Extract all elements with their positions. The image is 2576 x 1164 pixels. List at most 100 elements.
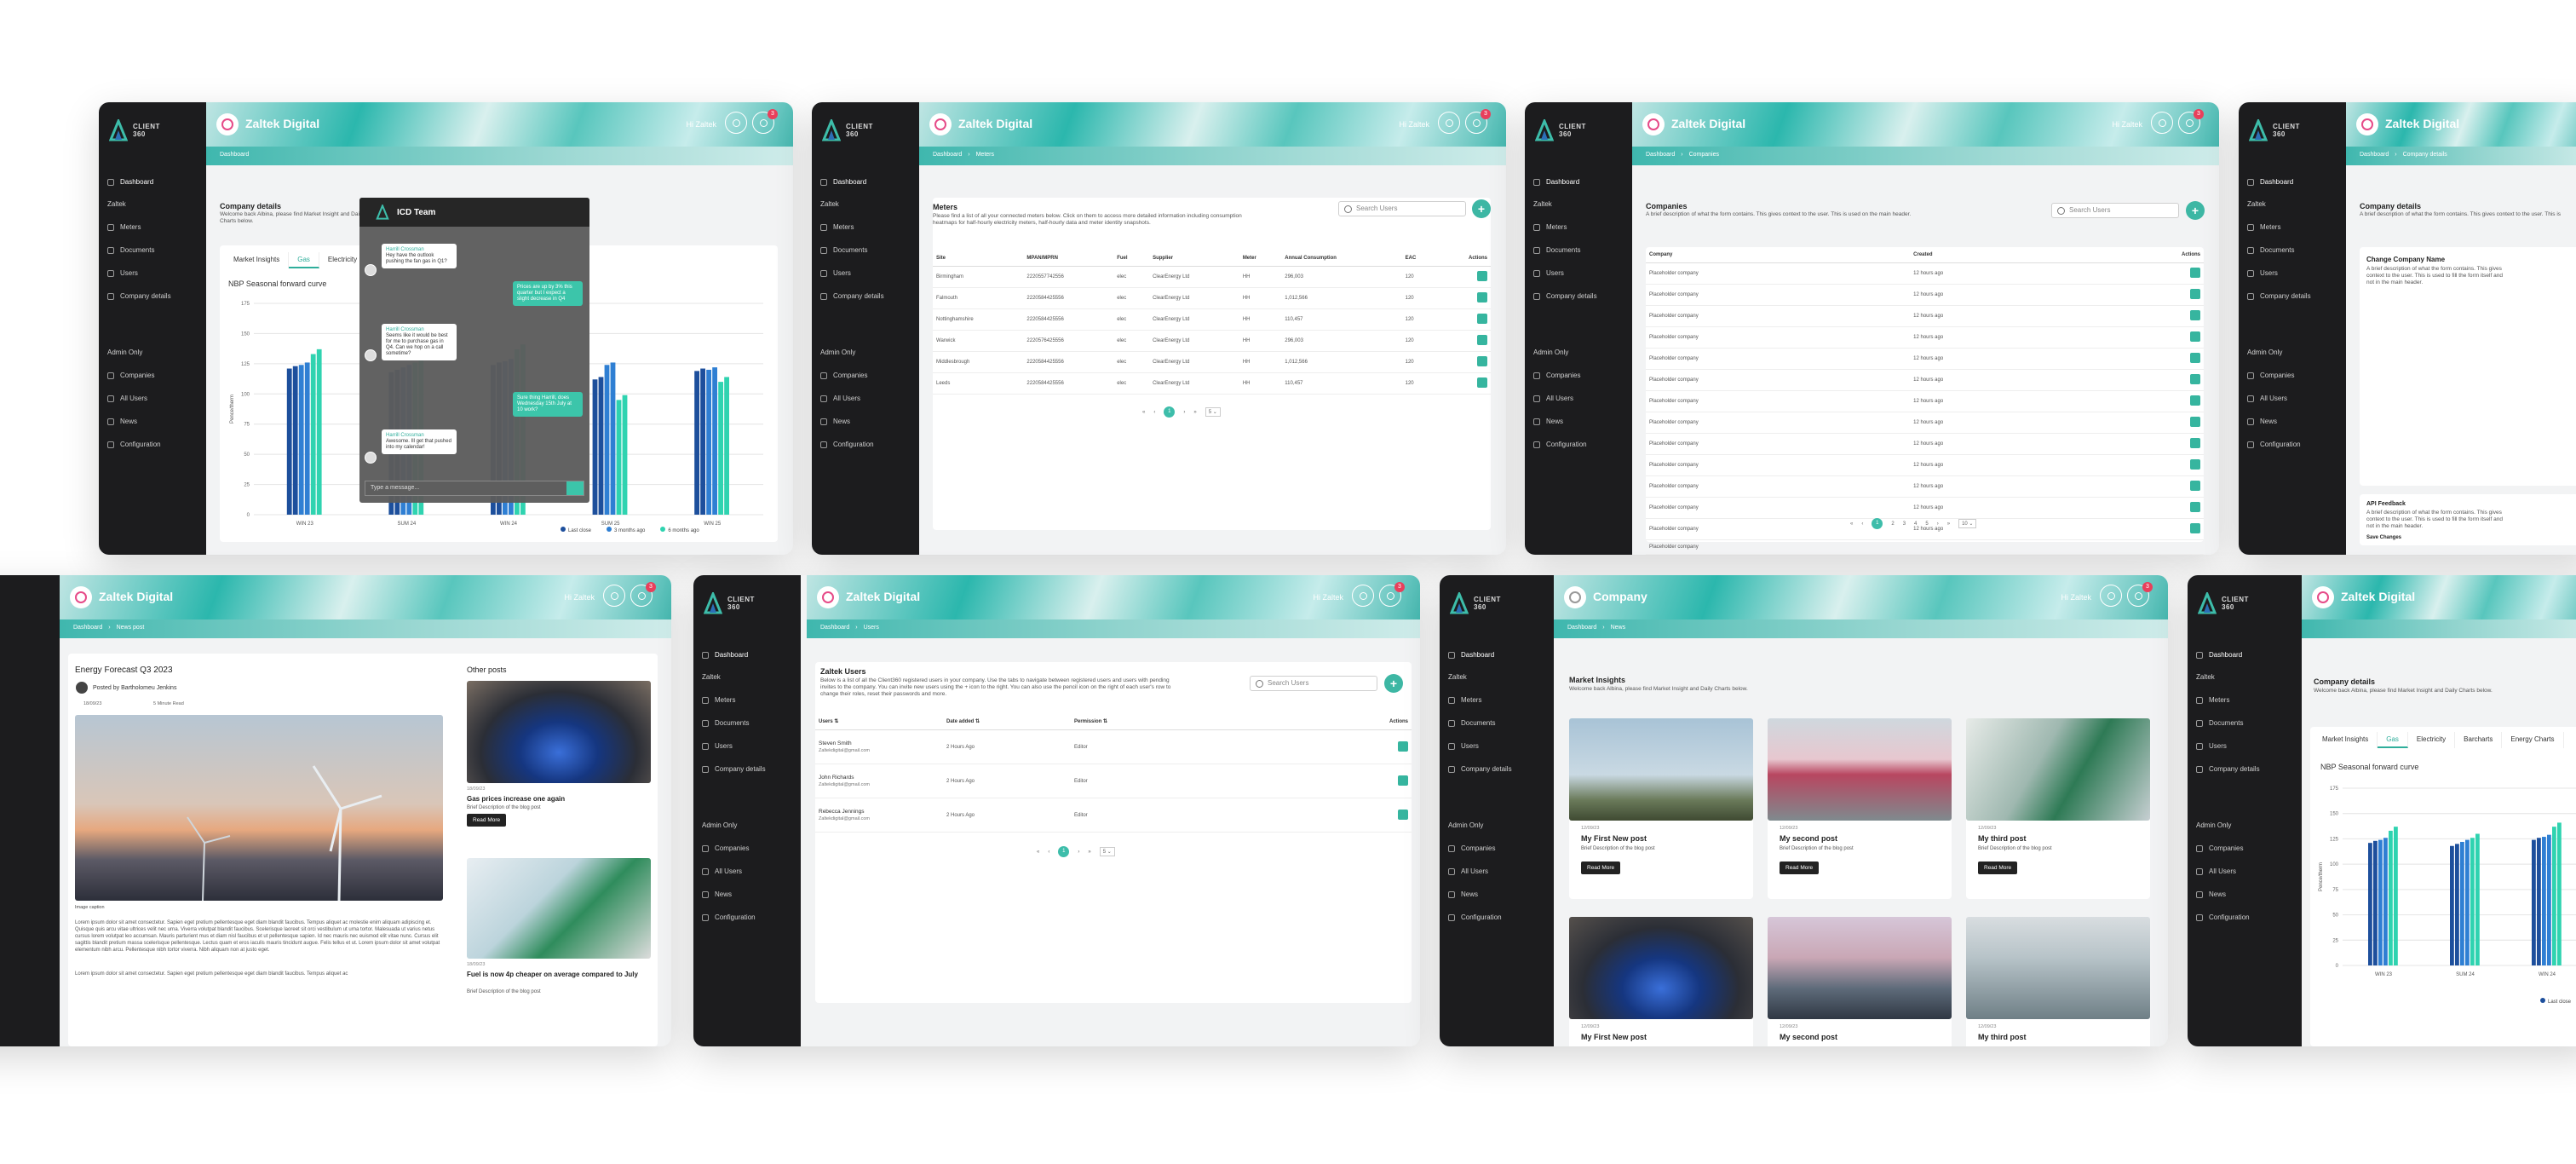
table-row[interactable]: Middlesbrough 2220584425556 elec ClearEnerg…: [933, 351, 1491, 373]
table-row[interactable]: Placeholder company 12 hours ago: [1646, 284, 2204, 306]
edit-icon[interactable]: [2190, 438, 2200, 448]
table-row[interactable]: Placeholder company 12 hours ago: [1646, 390, 2204, 412]
table-row[interactable]: Placeholder company 12 hours ago: [1646, 262, 2204, 285]
save-changes-label[interactable]: Save Changes: [2366, 535, 2401, 540]
bar[interactable]: [304, 362, 310, 515]
prev-page[interactable]: ‹: [1153, 410, 1155, 415]
bar[interactable]: [2537, 838, 2541, 965]
nav-dashboard[interactable]: Dashboard: [2196, 643, 2297, 666]
bar[interactable]: [604, 365, 610, 515]
bar[interactable]: [2470, 838, 2475, 965]
prev-page[interactable]: ‹: [1861, 521, 1863, 527]
bar[interactable]: [592, 379, 598, 515]
column-header-users[interactable]: Users ⇅: [815, 713, 943, 730]
edit-icon[interactable]: [1477, 356, 1487, 366]
crumb-dashboard[interactable]: Dashboard: [2360, 152, 2389, 158]
nav-dashboard[interactable]: Dashboard: [820, 170, 914, 193]
table-row[interactable]: Warwick 2220576425556 elec ClearEnergy Ltd H…: [933, 330, 1491, 352]
nav-users[interactable]: Users: [1533, 262, 1627, 285]
nav-configuration[interactable]: Configuration: [702, 906, 796, 929]
nav-users[interactable]: Users: [2247, 262, 2341, 285]
nav-company-details[interactable]: Company details: [1533, 285, 1627, 308]
nav-configuration[interactable]: Configuration: [1448, 906, 1549, 929]
bar[interactable]: [2450, 845, 2454, 965]
nav-companies[interactable]: Companies: [1448, 837, 1549, 860]
table-row[interactable]: Placeholder company 12 hours ago: [1646, 348, 2204, 370]
tab-energy-charts[interactable]: Energy Charts: [2502, 732, 2564, 748]
edit-icon[interactable]: [2190, 310, 2200, 320]
nav-dashboard[interactable]: Dashboard: [1448, 643, 1549, 666]
nav-documents[interactable]: Documents: [1448, 712, 1549, 735]
read-more-button[interactable]: Read More: [1581, 861, 1621, 874]
edit-icon[interactable]: [1477, 314, 1487, 324]
nav-dashboard[interactable]: Dashboard: [2247, 170, 2341, 193]
nav-news[interactable]: News: [2247, 410, 2341, 433]
post-card[interactable]: 12/09/23 My First New post: [1569, 917, 1753, 1046]
nav-news[interactable]: News: [1448, 883, 1549, 906]
profile-button[interactable]: [725, 112, 747, 134]
first-page[interactable]: «: [1142, 410, 1145, 415]
bar[interactable]: [2368, 843, 2372, 965]
bar[interactable]: [2552, 827, 2556, 965]
send-icon[interactable]: [566, 481, 584, 495]
next-page[interactable]: ›: [1937, 521, 1939, 527]
edit-icon[interactable]: [2190, 395, 2200, 406]
nav-documents[interactable]: Documents: [702, 712, 796, 735]
table-row[interactable]: Placeholder company 12 hours ago: [1646, 433, 2204, 455]
prev-page[interactable]: ‹: [1048, 850, 1049, 855]
post-card[interactable]: 12/09/23 My third post: [1966, 917, 2150, 1046]
bar[interactable]: [706, 369, 711, 515]
next-page[interactable]: ›: [1078, 850, 1079, 855]
profile-button[interactable]: [1438, 112, 1460, 134]
first-page[interactable]: «: [1037, 850, 1039, 855]
nav-all-users[interactable]: All Users: [1448, 860, 1549, 883]
nav-users[interactable]: Users: [107, 262, 201, 285]
page-4[interactable]: 4: [1914, 521, 1917, 527]
table-row[interactable]: Rebecca Jennings Zaltekdigital@gmail.com 2…: [815, 798, 1412, 833]
edit-icon[interactable]: [2190, 481, 2200, 491]
nav-company-details[interactable]: Company details: [2247, 285, 2341, 308]
nav-company-details[interactable]: Company details: [702, 758, 796, 781]
edit-icon[interactable]: [1477, 377, 1487, 388]
table-row[interactable]: Placeholder company 12 hours ago: [1646, 497, 2204, 519]
bar[interactable]: [2557, 822, 2562, 965]
nav-configuration[interactable]: Configuration: [2196, 906, 2297, 929]
nav-news[interactable]: News: [702, 883, 796, 906]
nav-company-details[interactable]: Company details: [1448, 758, 1549, 781]
nav-companies[interactable]: Companies: [702, 837, 796, 860]
post-card[interactable]: 12/09/23 My First New post Brief Descripti…: [1569, 718, 1753, 899]
edit-icon[interactable]: [2190, 353, 2200, 363]
profile-button[interactable]: [2100, 585, 2122, 607]
table-row[interactable]: Nottinghamshire 2220584425556 elec ClearEne…: [933, 308, 1491, 331]
edit-icon[interactable]: [2190, 374, 2200, 384]
column-header-permission[interactable]: Permission ⇅: [1071, 713, 1279, 730]
nav-companies[interactable]: Companies: [2247, 364, 2341, 387]
nav-dashboard[interactable]: Dashboard: [107, 170, 201, 193]
nav-companies[interactable]: Companies: [107, 364, 201, 387]
nav-meters[interactable]: Meters: [2247, 216, 2341, 239]
page-size-select[interactable]: 5 ⌄: [1205, 407, 1221, 417]
edit-icon[interactable]: [2190, 502, 2200, 512]
bar[interactable]: [2389, 830, 2393, 965]
post-card[interactable]: 12/09/23 My second post: [1768, 917, 1952, 1046]
table-row[interactable]: Placeholder company 12 hours ago: [1646, 454, 2204, 476]
read-more-button[interactable]: Read More: [467, 814, 507, 827]
bar[interactable]: [694, 371, 699, 515]
nav-all-users[interactable]: All Users: [2247, 387, 2341, 410]
nav-company-details[interactable]: Company details: [107, 285, 201, 308]
bar[interactable]: [310, 354, 316, 515]
edit-icon[interactable]: [1398, 740, 1408, 752]
edit-icon[interactable]: [2190, 331, 2200, 342]
table-row[interactable]: Placeholder company 12 hours ago: [1646, 412, 2204, 434]
nav-all-users[interactable]: All Users: [107, 387, 201, 410]
page-size-select[interactable]: 10 ⌄: [1958, 519, 1977, 528]
bar[interactable]: [718, 382, 723, 515]
nav-company-details[interactable]: Company details: [820, 285, 914, 308]
bar[interactable]: [2455, 844, 2459, 965]
tab-barcharts[interactable]: Barcharts: [2455, 732, 2503, 748]
bar[interactable]: [2383, 838, 2388, 965]
page-1[interactable]: 1: [1058, 846, 1070, 857]
crumb-dashboard[interactable]: Dashboard: [820, 625, 849, 631]
nav-configuration[interactable]: Configuration: [820, 433, 914, 456]
page-1[interactable]: 1: [1872, 518, 1883, 529]
